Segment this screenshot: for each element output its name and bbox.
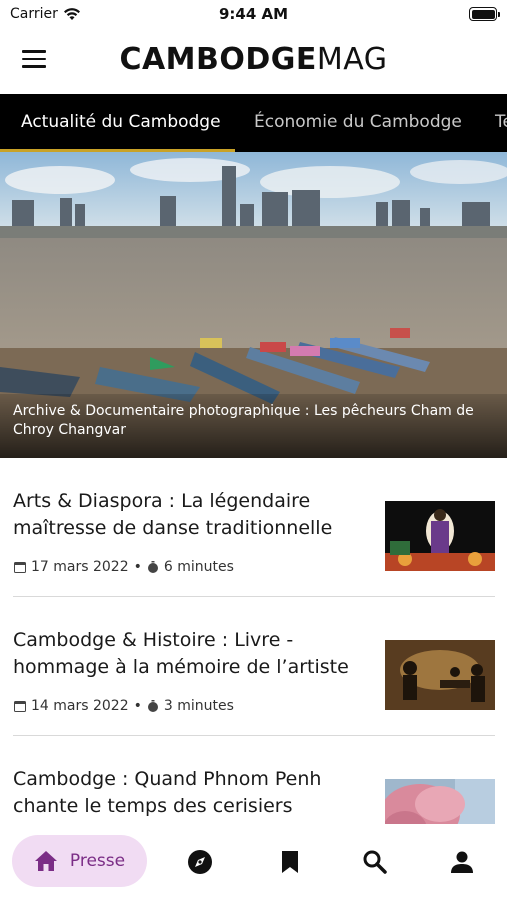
article-thumbnail [385,640,495,710]
search-icon[interactable] [361,848,389,876]
clock: 9:44 AM [218,5,289,23]
logo-light-text: MAG [316,42,388,77]
meta-separator: • [133,559,142,575]
article-read-time: 3 minutes [163,698,234,714]
cambodgemag-logo[interactable]: CAMBODGEMAG [0,42,507,77]
article-card[interactable]: Cambodge & Histoire : Livre - hommage à … [13,597,495,735]
timer-icon [147,561,158,573]
tab-actualite[interactable]: Actualité du Cambodge [21,94,221,152]
nav-presse[interactable]: Presse [12,835,147,887]
article-date: 17 mars 2022 [31,559,129,575]
nav-presse-label: Presse [69,851,126,871]
article-meta: 17 mars 2022 • 6 minutes [14,559,234,575]
article-card[interactable]: Arts & Diaspora : La légendaire maîtress… [13,458,495,596]
status-bar: Carrier 9:44 AM [0,0,507,30]
app-header: CAMBODGEMAG [0,30,507,94]
article-title: Cambodge & Histoire : Livre - hommage à … [13,629,349,678]
compass-icon[interactable] [186,848,214,876]
article-title: Cambodge : Quand Phnom Penh chante le te… [13,768,322,817]
article-read-time: 6 minutes [163,559,234,575]
bookmark-icon[interactable] [276,848,304,876]
calendar-icon [14,701,26,712]
bottom-navigation: Presse [0,824,507,900]
article-meta: 14 mars 2022 • 3 minutes [14,698,234,714]
home-icon [34,851,57,871]
hero-article[interactable]: Archive & Documentaire photographique : … [0,152,507,458]
person-icon[interactable] [448,848,476,876]
article-title: Arts & Diaspora : La légendaire maîtress… [13,490,333,539]
article-date: 14 mars 2022 [31,698,129,714]
meta-separator: • [133,698,142,714]
article-thumbnail [385,501,495,571]
logo-bold-text: CAMBODGE [119,42,317,77]
timer-icon [147,700,158,712]
hero-caption: Archive & Documentaire photographique : … [0,394,507,458]
battery-icon [469,7,500,21]
tab-partial[interactable]: Te [495,94,507,152]
tab-economie[interactable]: Économie du Cambodge [254,94,462,152]
calendar-icon [14,562,26,573]
category-tabs: Actualité du Cambodge Économie du Cambod… [0,94,507,152]
